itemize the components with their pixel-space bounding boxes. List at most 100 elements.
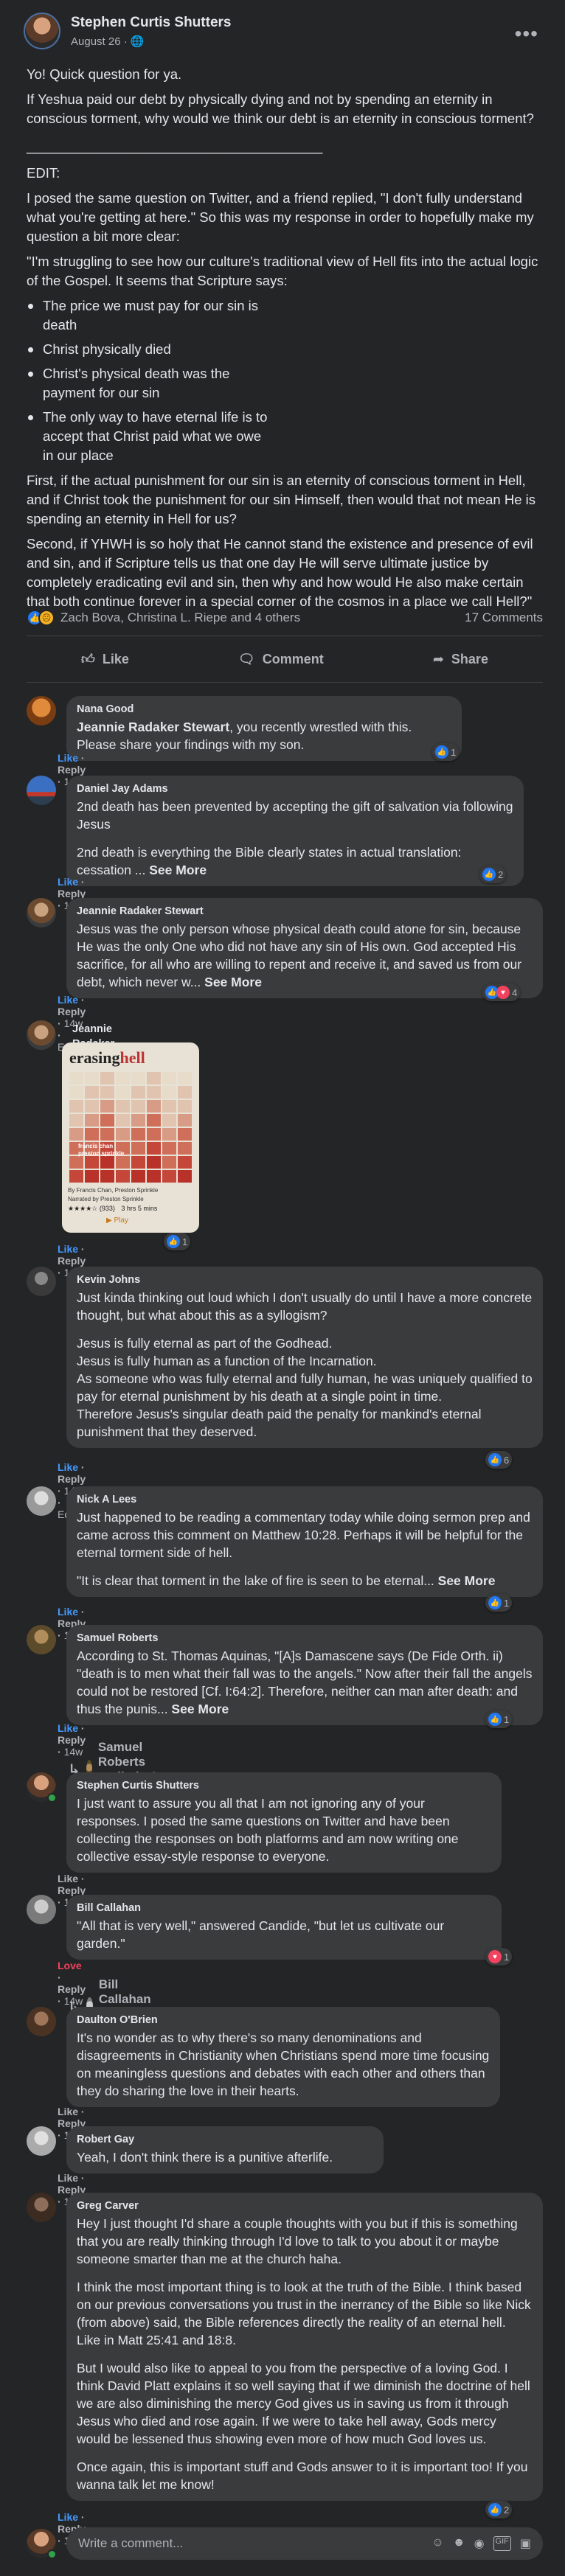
comment-author[interactable]: Jeannie Radaker Stewart — [77, 904, 533, 919]
see-more-link[interactable]: See More — [438, 1573, 496, 1588]
comment-bubble: Nick A Lees Just happened to be reading … — [66, 1486, 543, 1597]
comment-reaction-badge[interactable]: 👍 6 — [485, 1451, 513, 1469]
audiobook-attachment[interactable]: erasinghell francis chan preston sprinkl… — [62, 1042, 199, 1233]
comment-author[interactable]: Stephen Curtis Shutters — [77, 1778, 491, 1793]
cover-tile — [131, 1170, 145, 1183]
cover-tile — [69, 1156, 83, 1169]
see-more-link[interactable]: See More — [171, 1702, 229, 1716]
comment-author[interactable]: Greg Carver — [77, 2199, 533, 2213]
author-name[interactable]: Stephen Curtis Shutters — [71, 15, 231, 31]
comment-like-link[interactable]: Like — [58, 2511, 78, 2523]
comment-reaction-badge[interactable]: 👍 ♥ 4 — [482, 984, 521, 1001]
comment-reply-link[interactable]: Reply — [58, 1255, 86, 1267]
more-options-icon[interactable]: ••• — [515, 22, 538, 46]
commenter-avatar[interactable] — [27, 1020, 56, 1050]
comment-reaction-badge[interactable]: 👍 1 — [164, 1233, 191, 1250]
comment-like-link[interactable]: Like — [58, 1606, 78, 1618]
comment-like-link[interactable]: Like — [58, 994, 78, 1006]
commenter-avatar[interactable] — [27, 1486, 56, 1516]
comment-author[interactable]: Daulton O'Brien — [77, 2013, 490, 2027]
comment-input-placeholder: Write a comment... — [78, 2536, 184, 2550]
author-meta: Stephen Curtis Shutters August 26 · 🌐 — [71, 15, 231, 48]
commenter-avatar[interactable] — [27, 2193, 56, 2222]
cover-tile — [100, 1114, 114, 1127]
comment-reply-link[interactable]: Reply — [58, 1006, 86, 1017]
love-reaction-icon: ♥ — [496, 986, 510, 999]
comment-reaction-badge[interactable]: 👍 1 — [432, 743, 460, 761]
comment-like-link[interactable]: Like — [58, 1461, 78, 1473]
post-timestamp[interactable]: August 26 · 🌐 — [71, 35, 231, 48]
post-bullet-list: The price we must pay for our sin is dea… — [28, 296, 543, 465]
sad-reaction-icon[interactable]: ☹ — [38, 610, 55, 626]
cover-tile — [178, 1128, 192, 1141]
comment-text: 2nd death has been prevented by acceptin… — [77, 799, 513, 832]
comment-text: 2nd death is everything the Bible clearl… — [77, 845, 462, 877]
comment-author[interactable]: Bill Callahan — [77, 1901, 491, 1915]
comment-text: I think the most important thing is to l… — [77, 2280, 531, 2347]
commenter-avatar[interactable] — [27, 776, 56, 805]
commenter-avatar[interactable] — [27, 1267, 56, 1296]
comment-count[interactable]: 17 Comments — [465, 610, 543, 625]
emoji-icon[interactable]: ☻ — [453, 2536, 465, 2551]
post-paragraph: Second, if YHWH is so holy that He canno… — [27, 536, 533, 609]
online-status-indicator — [47, 1793, 57, 1803]
commenter-avatar[interactable] — [27, 898, 56, 927]
comment-bubble: Greg Carver Hey I just thought I'd share… — [66, 2193, 543, 2501]
cover-tile — [85, 1086, 99, 1099]
commenter-avatar[interactable] — [27, 1625, 56, 1654]
comment-reaction-badge[interactable]: 👍 2 — [479, 866, 507, 883]
reactors-text[interactable]: Zach Bova, Christina L. Riepe and 4 othe… — [60, 610, 300, 625]
share-button[interactable]: ➦ Share — [433, 652, 488, 667]
commenter-avatar[interactable] — [27, 696, 56, 725]
comment-text: Just happened to be reading a commentary… — [77, 1510, 530, 1560]
comment-like-link[interactable]: Like — [58, 1722, 78, 1734]
comment-reaction-badge[interactable]: ♥ 1 — [485, 1948, 513, 1966]
cover-tile — [116, 1072, 130, 1085]
comment-reply-link[interactable]: Reply — [58, 1473, 86, 1485]
like-reaction-icon: 👍 — [167, 1235, 180, 1248]
comment-button[interactable]: 🗨︎ Comment — [238, 652, 324, 667]
see-more-link[interactable]: See More — [149, 863, 207, 877]
comment-like-link[interactable]: Like — [58, 1243, 78, 1255]
post-paragraph: "I'm struggling to see how our culture's… — [27, 254, 538, 288]
cover-tile — [147, 1100, 161, 1113]
comment-author[interactable]: Nana Good — [77, 702, 451, 717]
comment-author[interactable]: Nick A Lees — [77, 1492, 533, 1507]
commenter-avatar[interactable] — [27, 2007, 56, 2036]
comment-author[interactable]: Daniel Jay Adams — [77, 781, 513, 796]
comment-like-link[interactable]: Like — [58, 876, 78, 888]
comment-love-link[interactable]: Love — [58, 1960, 82, 1971]
comment-text: Just kinda thinking out loud which I don… — [77, 1290, 533, 1323]
comment-like-link[interactable]: Like — [58, 2172, 78, 2184]
comment-reply-link[interactable]: Reply — [58, 764, 86, 776]
comment-reaction-badge[interactable]: 👍 1 — [485, 1710, 513, 1728]
gif-icon[interactable]: GIF — [493, 2536, 511, 2551]
post-paragraph: First, if the actual punishment for our … — [27, 473, 535, 526]
comment-like-link[interactable]: Like — [58, 2106, 78, 2117]
comment-author[interactable]: Kevin Johns — [77, 1273, 533, 1287]
author-avatar[interactable] — [24, 13, 60, 49]
comment-icon: 🗨︎ — [238, 651, 255, 666]
cover-tile — [100, 1100, 114, 1113]
comment-input[interactable]: Write a comment... ☺ ☻ ◉ GIF ▣ — [66, 2527, 543, 2560]
like-button[interactable]: 👍︎ Like — [81, 651, 129, 667]
comment-like-link[interactable]: Like — [58, 1873, 78, 1884]
comment-author[interactable]: Robert Gay — [77, 2132, 373, 2147]
book-play-button[interactable]: ▶ Play — [106, 1216, 128, 1225]
mention-link[interactable]: Jeannie Radaker Stewart — [77, 720, 229, 734]
comment-author[interactable]: Samuel Roberts — [77, 1631, 533, 1646]
commenter-avatar[interactable] — [27, 2126, 56, 2156]
comment-reaction-badge[interactable]: 👍 2 — [485, 2501, 513, 2518]
see-more-link[interactable]: See More — [204, 975, 262, 989]
comment-text: Jeannie Radaker Stewart, you recently wr… — [77, 720, 412, 752]
facebook-post: Stephen Curtis Shutters August 26 · 🌐 ••… — [0, 0, 565, 2576]
comment-reaction-badge[interactable]: 👍 1 — [485, 1594, 513, 1612]
like-reaction-icon: 👍 — [488, 1453, 502, 1466]
camera-icon[interactable]: ◉ — [474, 2536, 485, 2551]
comment-text: But I would also like to appeal to you f… — [77, 2361, 530, 2446]
commenter-avatar[interactable] — [27, 1895, 56, 1924]
avatar-sticker-icon[interactable]: ☺ — [431, 2536, 443, 2551]
comment-like-link[interactable]: Like — [58, 752, 78, 764]
cover-tile — [162, 1114, 176, 1127]
sticker-icon[interactable]: ▣ — [520, 2536, 531, 2551]
